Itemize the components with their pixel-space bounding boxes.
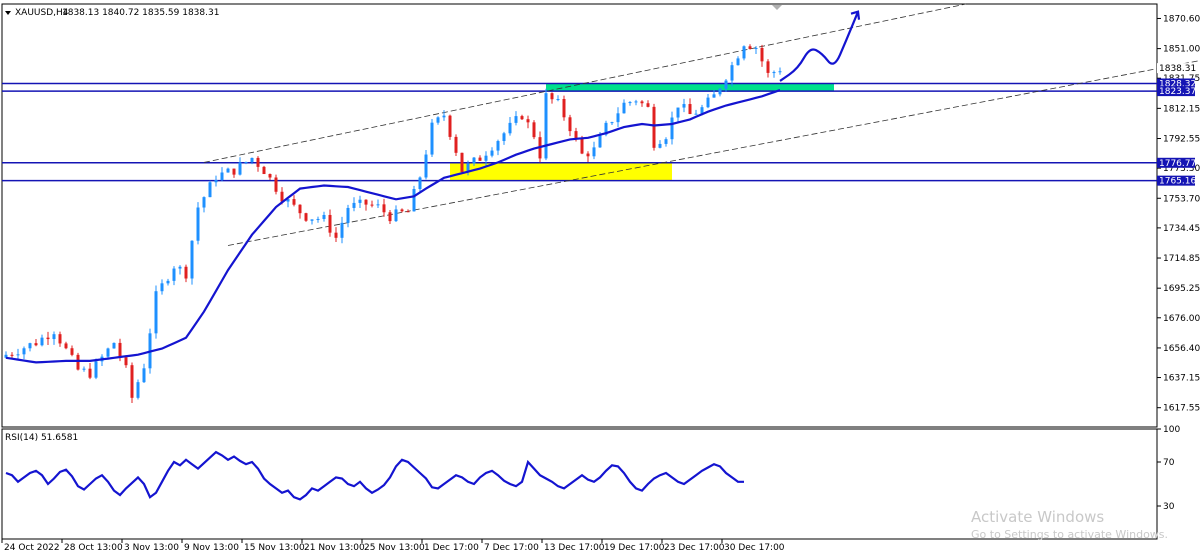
candle (412, 185, 416, 212)
candle (190, 240, 194, 285)
chart-canvas: 1870.601851.001831.751812.151792.551773.… (1, 3, 1200, 553)
candle (94, 358, 98, 380)
time-tick-label: 19 Dec 17:00 (604, 543, 665, 553)
time-tick-label: 25 Nov 13:00 (364, 543, 425, 553)
time-tick-label: 28 Oct 13:00 (64, 543, 123, 553)
time-tick-label: 13 Dec 17:00 (544, 543, 605, 553)
time-axis: 24 Oct 2022 28 Oct 13:00 3 Nov 13:00 9 Nov … (1, 539, 785, 553)
activation-watermark-subtitle: Go to Settings to activate Windows. (971, 528, 1168, 541)
time-tick-label: 1 Dec 17:00 (424, 543, 479, 553)
last-price-tag: 1838.31 (1159, 64, 1196, 74)
candle (454, 134, 458, 156)
candle (742, 45, 746, 61)
candle (562, 95, 566, 121)
price-tick-label: 1695.25 (1163, 284, 1200, 294)
price-tick-label: 1753.70 (1163, 194, 1200, 204)
activation-watermark-title: Activate Windows (971, 508, 1104, 526)
candle (448, 114, 452, 140)
price-tick-label: 1714.85 (1163, 254, 1200, 264)
candle (460, 152, 464, 173)
price-tick-label: 1676.00 (1163, 314, 1200, 324)
rsi-tick-label: 100 (1163, 425, 1180, 435)
candle (544, 88, 548, 161)
candle (112, 342, 116, 349)
rsi-tick-label: 70 (1163, 458, 1175, 468)
level-price-tag: 1823.37 (1159, 87, 1196, 97)
candle (274, 174, 278, 195)
candle (262, 165, 266, 175)
time-tick-label: 23 Dec 17:00 (664, 543, 725, 553)
rsi-axis: 100 70 30 (1157, 425, 1180, 512)
candle (208, 180, 212, 198)
candle (532, 120, 536, 140)
candle (304, 212, 308, 222)
candle (652, 103, 656, 151)
price-tick-label: 1656.40 (1163, 344, 1200, 354)
price-panel (1, 3, 1158, 428)
price-tick-label: 1812.15 (1163, 104, 1200, 114)
time-tick-label: 9 Nov 13:00 (184, 543, 239, 553)
time-tick-label: 21 Nov 13:00 (304, 543, 365, 553)
price-tick-label: 1870.60 (1163, 14, 1200, 24)
time-tick-label: 30 Dec 17:00 (724, 543, 785, 553)
ohlc-readout: 1838.13 1840.72 1835.59 1838.31 (62, 8, 219, 18)
candle (154, 285, 158, 339)
green-zone (546, 83, 834, 91)
price-tick-label: 1734.45 (1163, 224, 1200, 234)
candle (130, 362, 134, 403)
time-tick-label: 15 Nov 13:00 (244, 543, 305, 553)
level-price-tag: 1765.16 (1159, 177, 1196, 187)
rsi-label: RSI(14) 51.6581 (5, 433, 78, 443)
price-tick-label: 1792.55 (1163, 135, 1200, 145)
candle (196, 202, 200, 245)
price-tick-label: 1851.00 (1163, 45, 1200, 55)
time-tick-label: 3 Nov 13:00 (124, 543, 179, 553)
symbol-label: XAUUSD,H4 (15, 8, 69, 18)
candle (430, 118, 434, 157)
rsi-tick-label: 30 (1163, 502, 1175, 512)
price-tick-label: 1617.55 (1163, 404, 1200, 414)
price-tags: 1828.321823.371776.771765.161838.31 (1157, 63, 1196, 187)
price-axis: 1870.601851.001831.751812.151792.551773.… (1157, 14, 1200, 414)
candle (136, 379, 140, 400)
yellow-zone (450, 163, 672, 181)
time-tick-label: 7 Dec 17:00 (484, 543, 539, 553)
candle (106, 347, 110, 359)
price-tick-label: 1637.15 (1163, 374, 1200, 384)
time-tick-label: 24 Oct 2022 (4, 543, 60, 553)
level-price-tag: 1776.77 (1159, 159, 1196, 169)
